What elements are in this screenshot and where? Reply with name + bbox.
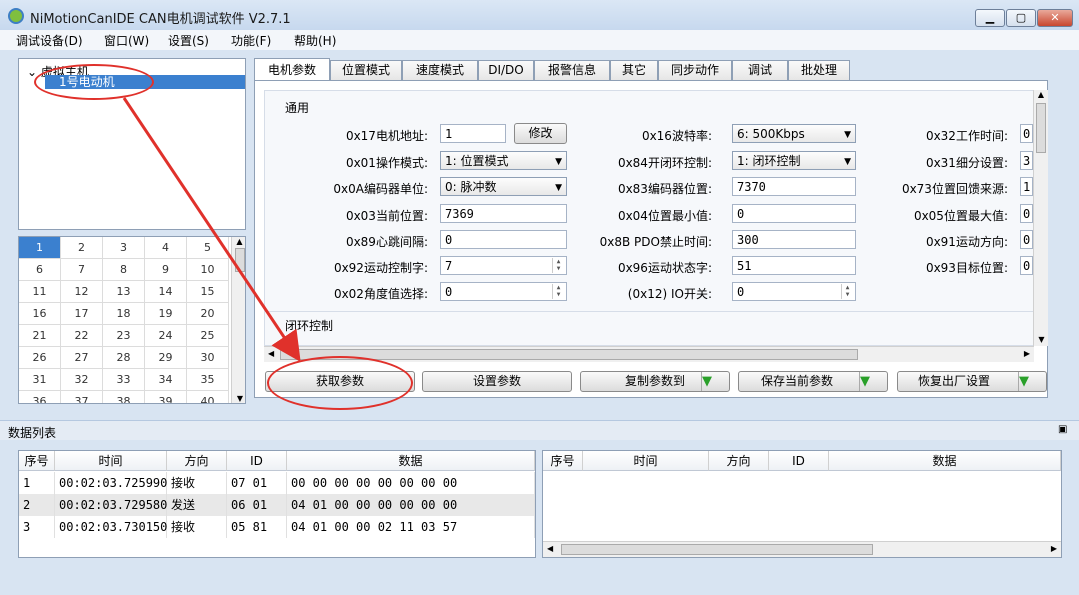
annotation-arrow: [122, 97, 301, 362]
